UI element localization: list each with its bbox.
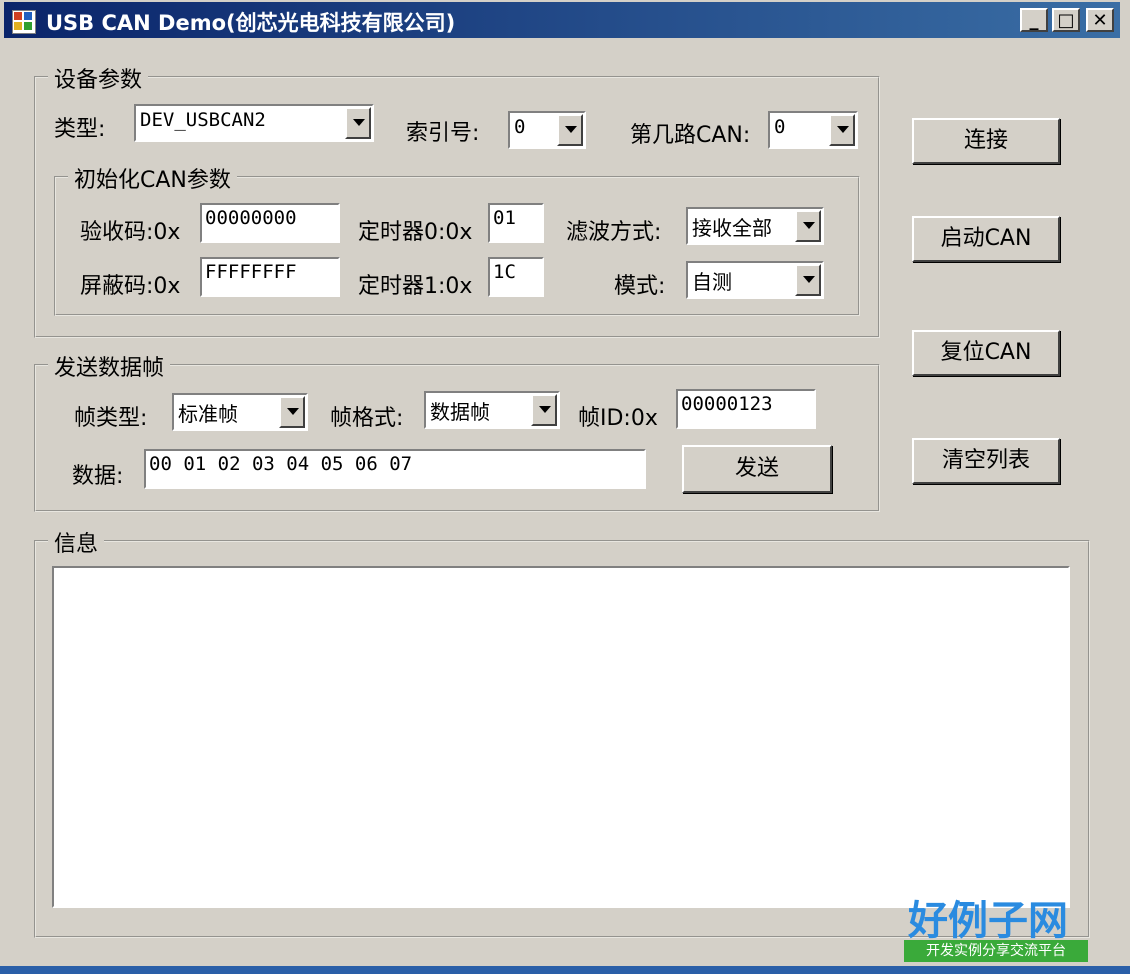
channel-label: 第几路CAN: xyxy=(630,123,751,148)
type-combo-value: DEV_USBCAN2 xyxy=(140,109,266,131)
app-icon xyxy=(12,10,36,34)
data-label: 数据: xyxy=(72,464,124,489)
window-title: USB CAN Demo(创芯光电科技有限公司) xyxy=(46,11,456,35)
channel-combo-value: 0 xyxy=(774,116,786,138)
close-button[interactable]: ✕ xyxy=(1086,8,1114,32)
title-bar[interactable]: USB CAN Demo(创芯光电科技有限公司) _ □ ✕ xyxy=(4,2,1120,38)
mode-combo-value: 自测 xyxy=(692,270,732,294)
mask-label: 屏蔽码:0x xyxy=(80,274,181,299)
data-input[interactable]: 00 01 02 03 04 05 06 07 xyxy=(144,449,646,489)
clear-list-button[interactable]: 清空列表 xyxy=(912,438,1060,484)
mask-input[interactable]: FFFFFFFF xyxy=(200,257,340,297)
frame-type-label: 帧类型: xyxy=(74,406,148,431)
taskbar-strip xyxy=(0,966,1130,974)
timer0-label: 定时器0:0x xyxy=(358,220,473,245)
frame-type-combo[interactable]: 标准帧 xyxy=(172,393,308,431)
minimize-button[interactable]: _ xyxy=(1020,8,1048,32)
watermark-logo: 好例子网 开发实例分享交流平台 xyxy=(904,888,1088,966)
frame-format-label: 帧格式: xyxy=(330,406,404,431)
send-button[interactable]: 发送 xyxy=(682,445,832,493)
acc-code-input[interactable]: 00000000 xyxy=(200,203,340,243)
init-can-legend: 初始化CAN参数 xyxy=(68,162,237,194)
main-window: USB CAN Demo(创芯光电科技有限公司) _ □ ✕ 设备参数 类型: … xyxy=(0,0,1130,974)
mode-combo[interactable]: 自测 xyxy=(686,261,824,299)
maximize-button[interactable]: □ xyxy=(1052,8,1080,32)
frame-id-label: 帧ID:0x xyxy=(578,406,658,431)
info-listbox[interactable] xyxy=(52,566,1070,908)
chevron-down-icon[interactable] xyxy=(795,264,821,296)
acc-code-label: 验收码:0x xyxy=(80,220,181,245)
chevron-down-icon[interactable] xyxy=(279,396,305,428)
index-combo-value: 0 xyxy=(514,116,526,138)
timer1-label: 定时器1:0x xyxy=(358,274,473,299)
index-combo[interactable]: 0 xyxy=(508,111,586,149)
chevron-down-icon[interactable] xyxy=(345,107,371,139)
timer1-input[interactable]: 1C xyxy=(488,257,544,297)
reset-can-button[interactable]: 复位CAN xyxy=(912,330,1060,376)
watermark-title: 好例子网 xyxy=(908,898,1068,944)
mode-label: 模式: xyxy=(614,274,666,299)
frame-format-combo[interactable]: 数据帧 xyxy=(424,391,560,429)
chevron-down-icon[interactable] xyxy=(795,210,821,242)
send-frame-legend: 发送数据帧 xyxy=(48,350,171,382)
filter-combo[interactable]: 接收全部 xyxy=(686,207,824,245)
info-legend: 信息 xyxy=(48,526,105,558)
start-can-button[interactable]: 启动CAN xyxy=(912,216,1060,262)
chevron-down-icon[interactable] xyxy=(557,114,583,146)
filter-combo-value: 接收全部 xyxy=(692,216,772,240)
frame-type-combo-value: 标准帧 xyxy=(178,402,238,426)
chevron-down-icon[interactable] xyxy=(829,114,855,146)
frame-format-combo-value: 数据帧 xyxy=(430,400,490,424)
filter-label: 滤波方式: xyxy=(566,220,662,245)
type-combo[interactable]: DEV_USBCAN2 xyxy=(134,104,374,142)
connect-button[interactable]: 连接 xyxy=(912,118,1060,164)
frame-id-input[interactable]: 00000123 xyxy=(676,389,816,429)
watermark-subtitle: 开发实例分享交流平台 xyxy=(904,940,1088,962)
type-label: 类型: xyxy=(54,117,106,142)
chevron-down-icon[interactable] xyxy=(531,394,557,426)
channel-combo[interactable]: 0 xyxy=(768,111,858,149)
device-params-legend: 设备参数 xyxy=(48,62,149,94)
timer0-input[interactable]: 01 xyxy=(488,203,544,243)
index-label: 索引号: xyxy=(406,121,480,146)
